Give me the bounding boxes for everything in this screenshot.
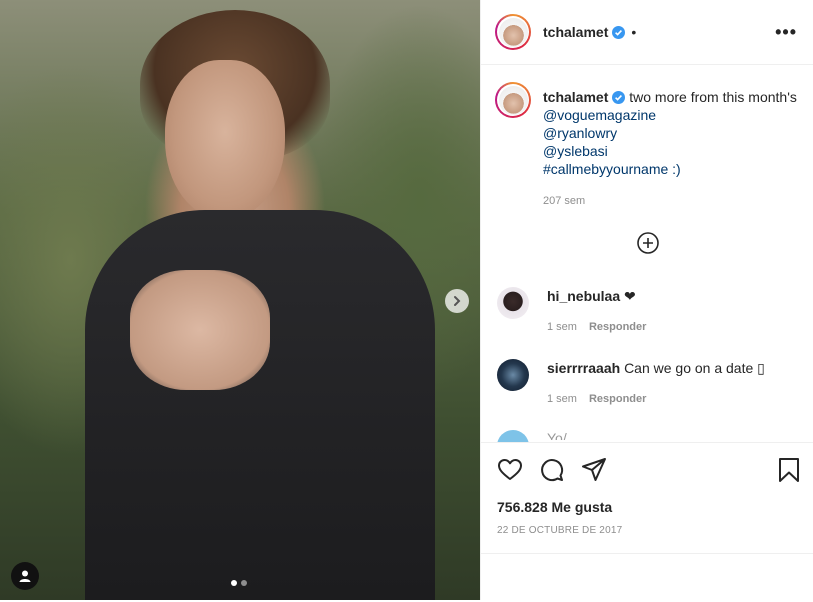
action-icons [497, 457, 607, 483]
comment-item: hi_nebulaa ❤ 1 sem Responder [497, 287, 646, 333]
photo-face [165, 60, 285, 220]
carousel-indicator [231, 580, 247, 586]
user-tag-icon [19, 570, 31, 582]
post-header: tchalamet • ••• [481, 0, 813, 65]
commenter-avatar[interactable] [497, 359, 529, 391]
comment-time[interactable]: 1 sem [547, 321, 577, 333]
reply-button[interactable]: Responder [589, 393, 646, 405]
header-separator: • [631, 24, 637, 40]
comment-text: Can we go on a date ▯ [624, 360, 765, 376]
send-icon[interactable] [581, 457, 607, 483]
post-date[interactable]: 22 DE OCTUBRE DE 2017 [497, 525, 622, 536]
comment-time[interactable]: 1 sem [547, 393, 577, 405]
post-details-panel: tchalamet • ••• tchalamet two more from … [480, 0, 813, 600]
comment-icon[interactable] [539, 457, 565, 483]
more-options-icon[interactable]: ••• [775, 22, 797, 43]
next-photo-button[interactable] [445, 289, 469, 313]
photo-hands [130, 270, 270, 390]
caption-text: two more from this month's [629, 89, 797, 105]
partial-comment-avatar [497, 430, 529, 442]
add-comment-area[interactable] [481, 553, 813, 602]
avatar[interactable] [495, 14, 531, 50]
mention-link[interactable]: @voguemagazine [543, 106, 797, 124]
carousel-dot-active [231, 580, 237, 586]
comment-text: ❤ [624, 288, 636, 304]
header-username[interactable]: tchalamet [543, 24, 608, 40]
user-tag-button[interactable] [11, 562, 39, 590]
bookmark-icon[interactable] [776, 457, 802, 483]
comment-item: sierrrraaah Can we go on a date ▯ 1 sem R… [497, 359, 765, 405]
plus-circle-icon [637, 232, 659, 254]
comment-username[interactable]: sierrrraaah [547, 360, 620, 376]
caption-username[interactable]: tchalamet [543, 89, 608, 105]
verified-badge-icon [612, 25, 626, 39]
partial-comment-text: Yo/ ... [547, 430, 583, 440]
heart-icon[interactable] [497, 457, 523, 483]
load-more-comments-button[interactable] [637, 232, 659, 254]
photo-jacket [85, 210, 435, 600]
verified-badge-icon [612, 91, 626, 104]
actions-section: 756.828 Me gusta 22 DE OCTUBRE DE 2017 [481, 442, 813, 601]
mention-link[interactable]: @yslebasi [543, 142, 797, 160]
chevron-right-icon [454, 296, 461, 306]
mention-link[interactable]: @ryanlowry [543, 124, 797, 142]
reply-button[interactable]: Responder [589, 321, 646, 333]
post-photo[interactable] [0, 0, 480, 600]
comment-username[interactable]: hi_nebulaa [547, 288, 620, 304]
caption-time[interactable]: 207 sem [543, 192, 797, 210]
commenter-avatar[interactable] [497, 287, 529, 319]
likes-count[interactable]: 756.828 Me gusta [497, 499, 612, 515]
caption-avatar[interactable] [495, 82, 531, 118]
caption: tchalamet two more from this month's @vo… [495, 82, 805, 210]
carousel-dot [241, 580, 247, 586]
hashtag-line[interactable]: #callmebyyourname :) [543, 160, 797, 178]
